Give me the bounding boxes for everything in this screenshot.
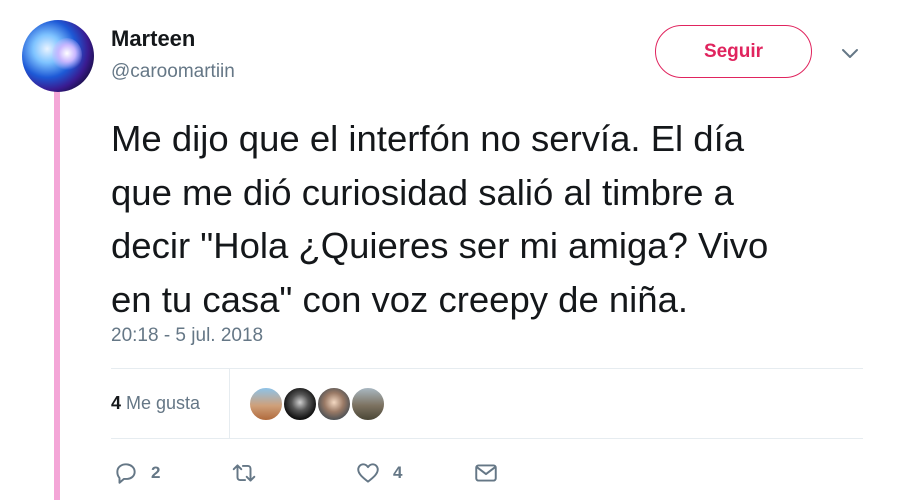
likes-label: Me gusta <box>126 393 201 413</box>
liker-avatar[interactable] <box>248 386 284 422</box>
tweet-actions: 2 4 <box>111 460 711 492</box>
liker-avatar[interactable] <box>316 386 352 422</box>
stats-separator <box>229 369 230 439</box>
tweet-timestamp[interactable]: 20:18 - 5 jul. 2018 <box>111 325 263 347</box>
thread-line <box>54 88 60 500</box>
heart-icon <box>357 463 379 483</box>
retweet-icon <box>232 464 256 482</box>
tweet-stats: 4 Me gusta <box>111 369 863 439</box>
retweet-button[interactable] <box>231 460 257 486</box>
liker-avatar[interactable] <box>350 386 386 422</box>
reply-icon <box>116 463 136 484</box>
liker-avatar[interactable] <box>282 386 318 422</box>
envelope-icon <box>475 464 497 482</box>
follow-button[interactable]: Seguir <box>655 25 812 78</box>
divider <box>111 438 863 439</box>
tweet-line: Me dijo que el interfón no servía. El dí… <box>111 118 745 159</box>
likes-count: 4 <box>111 393 122 413</box>
likes-stat[interactable]: 4 Me gusta <box>111 393 200 414</box>
chevron-down-icon[interactable] <box>838 42 862 66</box>
like-button[interactable]: 4 <box>355 460 402 486</box>
tweet-text: Me dijo que el interfón no servía. El dí… <box>111 112 871 326</box>
user-name[interactable]: Marteen <box>111 26 195 52</box>
tweet-line: decir "Hola ¿Quieres ser mi amiga? Vivo <box>111 225 769 266</box>
tweet-line: en tu casa" con voz creepy de niña. <box>111 278 689 320</box>
avatar[interactable] <box>22 20 94 92</box>
reply-button[interactable]: 2 <box>113 460 160 486</box>
like-count: 4 <box>393 463 403 482</box>
tweet-line: que me dió curiosidad salió al timbre a <box>111 171 734 213</box>
liker-avatars <box>248 386 386 422</box>
direct-message-button[interactable] <box>473 460 499 486</box>
user-handle[interactable]: @caroomartiin <box>111 61 235 83</box>
reply-count: 2 <box>151 463 161 482</box>
